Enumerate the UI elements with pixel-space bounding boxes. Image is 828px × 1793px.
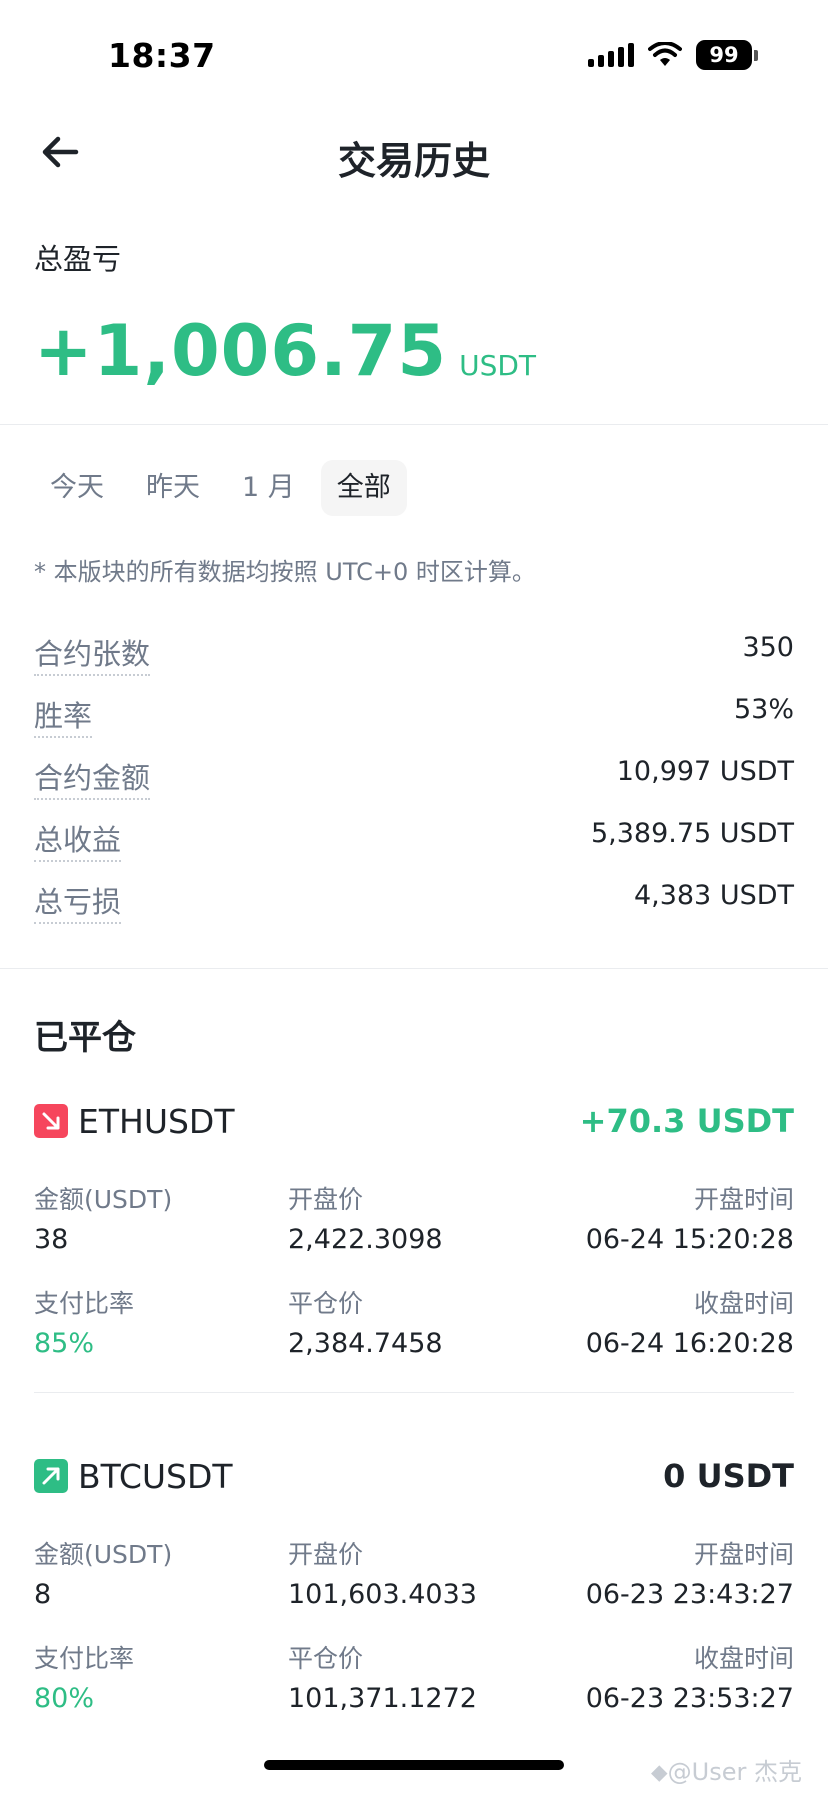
stat-value: 350	[742, 632, 794, 663]
stat-value: 53%	[733, 694, 794, 725]
stat-row-win-rate: 胜率 53%	[34, 692, 794, 754]
trade-details: 金额(USDT) 38 开盘价 2,422.3098 开盘时间 06-24 15…	[34, 1180, 794, 1376]
stat-label[interactable]: 总亏损	[34, 884, 122, 924]
status-icons: 99	[588, 40, 758, 70]
stat-row-contracts: 合约张数 350	[34, 630, 794, 692]
nav-bar: 交易历史	[0, 110, 828, 200]
close-price-label: 平仓价	[288, 1289, 364, 1318]
open-price-value: 101,603.4033	[288, 1579, 477, 1610]
stat-row-total-profit: 总收益 5,389.75 USDT	[34, 816, 794, 878]
close-time-label: 收盘时间	[693, 1644, 794, 1673]
tab-month[interactable]: 1 月	[226, 460, 311, 516]
open-price-label: 开盘价	[288, 1185, 364, 1214]
tab-yesterday[interactable]: 昨天	[130, 460, 216, 516]
pnl-summary: 总盈亏 +1,006.75 USDT	[34, 236, 794, 392]
total-pnl-row: +1,006.75 USDT	[34, 310, 794, 392]
stat-row-contract-amount: 合约金额 10,997 USDT	[34, 754, 794, 816]
total-pnl-label: 总盈亏	[34, 242, 122, 276]
close-price-value: 101,371.1272	[288, 1683, 477, 1714]
status-time: 18:37	[108, 36, 216, 75]
open-time-label: 开盘时间	[693, 1185, 794, 1214]
open-time-value: 06-24 15:20:28	[585, 1224, 794, 1255]
symbol-name: BTCUSDT	[78, 1456, 233, 1496]
close-price-value: 2,384.7458	[288, 1328, 443, 1359]
pay-ratio-value: 85%	[34, 1328, 95, 1359]
amount-label: 金额(USDT)	[34, 1185, 173, 1214]
cellular-signal-icon	[588, 43, 634, 67]
amount-value: 38	[34, 1224, 69, 1255]
tab-today[interactable]: 今天	[34, 460, 120, 516]
page-title: 交易历史	[337, 139, 490, 183]
tab-all[interactable]: 全部	[320, 460, 407, 516]
closed-section-title: 已平仓	[34, 1018, 136, 1058]
pay-ratio-label: 支付比率	[34, 1289, 135, 1318]
trade-card-ethusdt[interactable]: ETHUSDT +70.3 USDT 金额(USDT) 38 开盘价 2,422…	[34, 1096, 794, 1393]
open-price-label: 开盘价	[288, 1540, 364, 1569]
stat-value: 4,383 USDT	[633, 880, 794, 911]
amount-value: 8	[34, 1579, 52, 1610]
trade-header: ETHUSDT +70.3 USDT	[34, 1096, 794, 1146]
stat-label[interactable]: 合约金额	[34, 760, 151, 800]
divider	[34, 1392, 794, 1393]
status-bar: 18:37 99	[0, 0, 828, 110]
home-indicator[interactable]	[264, 1760, 564, 1770]
stat-label[interactable]: 总收益	[34, 822, 122, 862]
trade-card-btcusdt[interactable]: BTCUSDT 0 USDT 金额(USDT) 8 开盘价 101,603.40…	[34, 1451, 794, 1731]
arrow-down-right-icon	[34, 1104, 68, 1138]
trade-header: BTCUSDT 0 USDT	[34, 1451, 794, 1501]
battery-level: 99	[696, 40, 752, 70]
trade-pnl: 0 USDT	[663, 1457, 794, 1495]
stat-value: 5,389.75 USDT	[590, 818, 794, 849]
close-price-label: 平仓价	[288, 1644, 364, 1673]
close-time-value: 06-23 23:53:27	[585, 1683, 794, 1714]
pay-ratio-label: 支付比率	[34, 1644, 135, 1673]
watermark: ⬥@User 杰克	[650, 1758, 802, 1786]
pay-ratio-value: 80%	[34, 1683, 95, 1714]
symbol-name: ETHUSDT	[78, 1101, 235, 1141]
stat-label[interactable]: 胜率	[34, 698, 93, 738]
amount-label: 金额(USDT)	[34, 1540, 173, 1569]
stats-list: 合约张数 350 胜率 53% 合约金额 10,997 USDT 总收益 5,3…	[34, 630, 794, 940]
period-tabs: 今天 昨天 1 月 全部	[34, 460, 407, 516]
close-time-label: 收盘时间	[693, 1289, 794, 1318]
wifi-icon	[648, 42, 682, 66]
trade-symbol: ETHUSDT	[34, 1102, 235, 1141]
trade-symbol: BTCUSDT	[34, 1457, 233, 1496]
open-price-value: 2,422.3098	[288, 1224, 443, 1255]
trade-details: 金额(USDT) 8 开盘价 101,603.4033 开盘时间 06-23 2…	[34, 1535, 794, 1731]
stat-row-total-loss: 总亏损 4,383 USDT	[34, 878, 794, 940]
total-pnl-value: +1,006.75	[34, 310, 448, 392]
open-time-label: 开盘时间	[693, 1540, 794, 1569]
trade-pnl: +70.3 USDT	[579, 1102, 794, 1140]
arrow-up-right-icon	[34, 1459, 68, 1493]
close-time-value: 06-24 16:20:28	[585, 1328, 794, 1359]
divider	[0, 424, 828, 425]
open-time-value: 06-23 23:43:27	[585, 1579, 794, 1610]
battery-icon: 99	[696, 40, 758, 70]
timezone-note: * 本版块的所有数据均按照 UTC+0 时区计算。	[34, 558, 536, 586]
divider	[0, 968, 828, 969]
stat-label[interactable]: 合约张数	[34, 636, 151, 676]
total-pnl-unit: USDT	[459, 349, 537, 382]
stat-value: 10,997 USDT	[616, 756, 794, 787]
